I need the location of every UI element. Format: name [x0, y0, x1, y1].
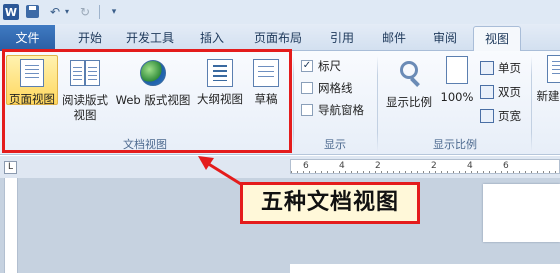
navigation-pane-label: 导航窗格 [318, 103, 364, 117]
two-pages-button[interactable]: 双页 [480, 84, 521, 100]
ruler-label: 标尺 [318, 59, 341, 73]
tab-review[interactable]: 审阅 [425, 26, 465, 50]
ruler-number: 2 [431, 161, 437, 171]
document-page[interactable] [290, 264, 560, 273]
page-width-icon [480, 109, 494, 123]
new-window-icon [542, 55, 560, 85]
horizontal-ruler[interactable]: 6 4 2 2 4 6 [290, 159, 560, 174]
group-separator [293, 56, 294, 152]
zoom-100-button[interactable]: 100% [438, 55, 476, 115]
customize-icon[interactable]: ▾ [106, 4, 122, 20]
checkbox-empty-icon [301, 104, 313, 116]
tab-references[interactable]: 引用 [322, 26, 362, 50]
page-100-icon [442, 56, 472, 86]
ribbon-tab-bar: 文件 开始 开发工具 插入 页面布局 引用 邮件 审阅 视图 [0, 24, 560, 52]
page-width-button[interactable]: 页宽 [480, 108, 521, 124]
tab-file[interactable]: 文件 [0, 25, 55, 51]
gridlines-label: 网格线 [318, 81, 353, 95]
ruler-checkbox[interactable]: ✓ 标尺 [301, 58, 341, 74]
magnifier-icon [394, 61, 424, 91]
word-logo-icon[interactable]: W [3, 4, 19, 20]
two-pages-label: 双页 [498, 85, 521, 99]
ruler-number: 4 [339, 161, 345, 171]
quick-access-toolbar: W ↶ ▾ ↻ ▾ [0, 0, 560, 24]
one-page-button[interactable]: 单页 [480, 60, 521, 76]
navigation-pane-checkbox[interactable]: 导航窗格 [301, 102, 364, 118]
tab-insert[interactable]: 插入 [192, 26, 232, 50]
ruler-number: 2 [375, 161, 381, 171]
new-window-label: 新建 [536, 89, 560, 103]
tab-page-layout[interactable]: 页面布局 [247, 26, 309, 50]
checkbox-empty-icon [301, 82, 313, 94]
tab-mailings[interactable]: 邮件 [374, 26, 414, 50]
callout-label: 五种文档视图 [240, 182, 420, 224]
checkbox-checked-icon: ✓ [301, 60, 313, 72]
group-label-show: 显示 [324, 138, 346, 151]
page-width-label: 页宽 [498, 109, 521, 123]
two-pages-icon [480, 85, 494, 99]
tab-selector[interactable]: L [4, 161, 17, 174]
ruler-number: 6 [503, 161, 509, 171]
undo-dropdown-icon[interactable]: ▾ [63, 4, 71, 20]
ruler-row: L 6 4 2 2 4 6 [0, 156, 560, 178]
zoom-label: 显示比例 [386, 95, 432, 109]
vertical-ruler[interactable] [4, 178, 18, 273]
redo-icon[interactable]: ↻ [77, 4, 93, 20]
ruler-number: 6 [303, 161, 309, 171]
gridlines-checkbox[interactable]: 网格线 [301, 80, 353, 96]
one-page-icon [480, 61, 494, 75]
zoom-button[interactable]: 显示比例 [383, 55, 435, 115]
toolbar-separator [99, 5, 100, 19]
ruler-number: 4 [467, 161, 473, 171]
document-page[interactable] [483, 184, 560, 242]
highlight-frame [2, 49, 292, 153]
undo-icon[interactable]: ↶ [47, 4, 63, 20]
new-window-button[interactable]: 新建 [536, 55, 560, 115]
group-separator [531, 56, 532, 152]
save-icon[interactable] [25, 4, 41, 20]
group-label-zoom: 显示比例 [433, 138, 477, 151]
group-separator [377, 56, 378, 152]
tab-home[interactable]: 开始 [70, 26, 110, 50]
zoom-100-label: 100% [440, 90, 474, 104]
tab-view[interactable]: 视图 [473, 26, 521, 52]
tab-developer[interactable]: 开发工具 [118, 26, 182, 50]
one-page-label: 单页 [498, 61, 521, 75]
